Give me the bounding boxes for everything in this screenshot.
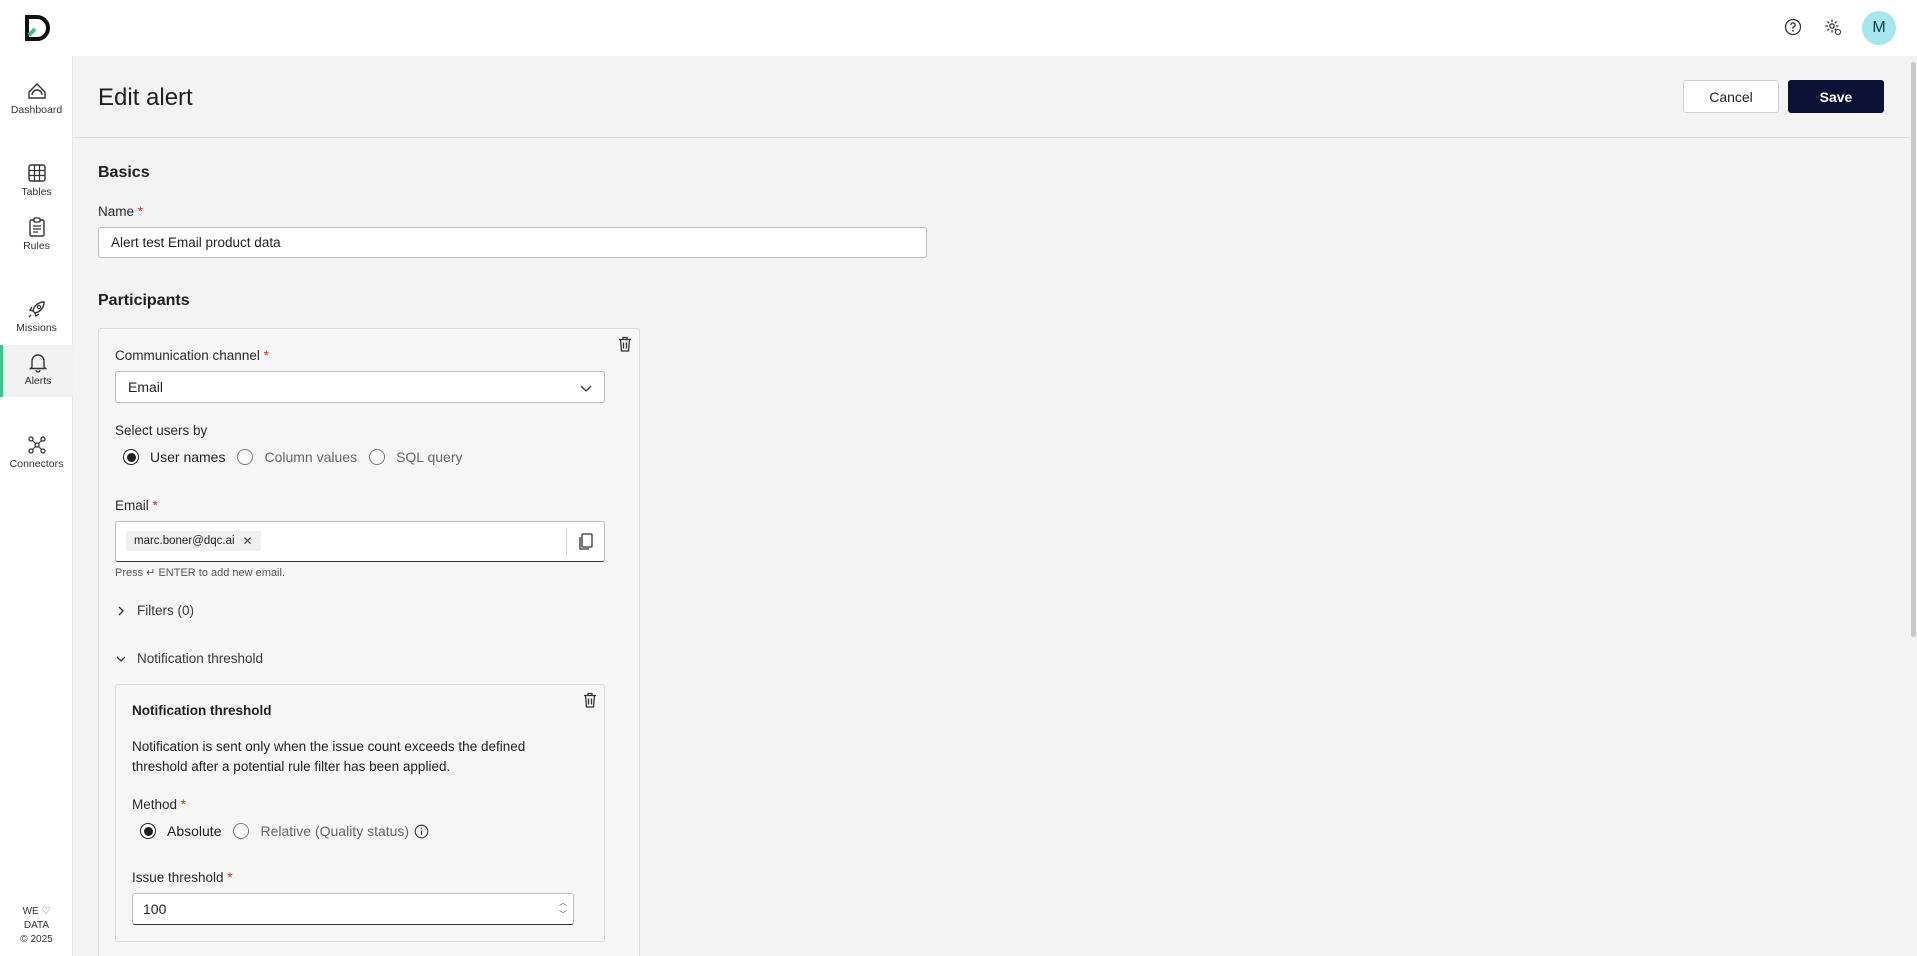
participants-section-title: Participants xyxy=(98,292,190,309)
channel-label: Communication channel * xyxy=(115,348,269,363)
top-bar: M xyxy=(0,0,1917,56)
delete-threshold-icon[interactable] xyxy=(581,691,599,709)
settings-icon[interactable] xyxy=(1822,16,1844,38)
radio-sql-query[interactable]: SQL query xyxy=(369,449,462,465)
help-icon[interactable] xyxy=(1782,16,1804,38)
radio-column-values[interactable]: Column values xyxy=(237,449,357,465)
divider xyxy=(566,528,567,557)
footer-line-1: WE xyxy=(22,906,39,917)
connectors-icon xyxy=(27,436,46,454)
basics-section-title: Basics xyxy=(98,164,150,181)
name-label: Name * xyxy=(98,204,143,219)
participant-card: Communication channel * Email Select use… xyxy=(98,328,640,956)
channel-select-value: Email xyxy=(128,379,164,395)
radio-button[interactable] xyxy=(233,823,250,839)
radio-button[interactable] xyxy=(369,449,386,465)
dashboard-icon xyxy=(27,83,46,99)
email-chip-text: marc.boner@dqc.ai xyxy=(134,535,235,547)
bell-icon xyxy=(28,354,48,373)
required-mark: * xyxy=(263,348,269,363)
dqc-logo[interactable] xyxy=(22,13,52,43)
radio-button[interactable] xyxy=(140,823,156,839)
chevron-right-icon xyxy=(118,606,124,615)
sidebar-item-rules[interactable]: Rules xyxy=(0,216,73,262)
copy-icon[interactable] xyxy=(578,533,594,551)
threshold-description: Notification is sent only when the issue… xyxy=(132,739,526,774)
email-label-text: Email xyxy=(115,498,149,513)
heart-icon: ♡ xyxy=(41,906,51,917)
main-content: Edit alert Cancel Save Basics Name * Ale… xyxy=(73,56,1917,956)
select-users-label: Select users by xyxy=(115,423,208,438)
decrement-icon[interactable]: ﹀ xyxy=(559,909,567,921)
filters-expander[interactable]: Filters (0) xyxy=(115,603,194,618)
threshold-title: Notification threshold xyxy=(132,703,272,718)
threshold-expander[interactable]: Notification threshold xyxy=(115,651,263,666)
sidebar-item-alerts[interactable]: Alerts xyxy=(0,345,73,397)
sidebar-item-label: Missions xyxy=(16,322,57,334)
issue-threshold-label: Issue threshold * xyxy=(132,870,233,885)
issue-threshold-input[interactable]: 100 ︿ ﹀ xyxy=(132,893,574,925)
radio-label: Absolute xyxy=(167,823,222,839)
rocket-icon xyxy=(28,301,45,318)
user-avatar[interactable]: M xyxy=(1862,11,1896,45)
email-label: Email * xyxy=(115,498,158,513)
method-label: Method * xyxy=(132,797,186,812)
required-mark: * xyxy=(227,870,233,885)
info-icon[interactable] xyxy=(414,824,429,839)
radio-relative[interactable]: Relative (Quality status) xyxy=(233,823,429,839)
required-mark: * xyxy=(137,204,144,219)
remove-chip-icon[interactable]: ✕ xyxy=(243,534,253,548)
sidebar-item-dashboard[interactable]: Dashboard xyxy=(0,80,73,126)
issue-threshold-value: 100 xyxy=(143,901,167,917)
sidebar-item-label: Tables xyxy=(21,186,52,198)
radio-user-names[interactable]: User names xyxy=(123,449,225,465)
radio-button[interactable] xyxy=(237,449,254,465)
save-button[interactable]: Save xyxy=(1788,80,1884,113)
name-input[interactable]: Alert test Email product data xyxy=(98,227,927,258)
footer-copyright: © 2025 xyxy=(20,934,53,945)
radio-label: User names xyxy=(150,449,226,465)
method-label-text: Method xyxy=(132,797,178,812)
threshold-card: Notification threshold Notification is s… xyxy=(115,684,605,942)
threshold-expander-label: Notification threshold xyxy=(137,651,264,666)
channel-select[interactable]: Email xyxy=(115,371,605,403)
email-input[interactable]: marc.boner@dqc.ai ✕ xyxy=(115,521,605,562)
radio-label: SQL query xyxy=(396,449,463,465)
radio-label: Column values xyxy=(264,449,358,465)
clipboard-icon xyxy=(28,217,45,237)
chevron-down-icon xyxy=(580,385,592,392)
radio-button[interactable] xyxy=(123,449,139,465)
sidebar: Dashboard Tables Rules Missions Alerts C… xyxy=(0,56,73,956)
footer-line-2: DATA xyxy=(23,920,50,931)
required-mark: * xyxy=(152,498,158,513)
increment-icon[interactable]: ︿ xyxy=(559,897,567,909)
number-stepper[interactable]: ︿ ﹀ xyxy=(559,897,567,921)
email-chip[interactable]: marc.boner@dqc.ai ✕ xyxy=(126,531,261,551)
scrollbar-thumb[interactable] xyxy=(1911,62,1916,637)
chevron-down-icon xyxy=(116,656,126,662)
required-mark: * xyxy=(180,797,187,812)
sidebar-item-tables[interactable]: Tables xyxy=(0,162,73,208)
filters-label: Filters (0) xyxy=(137,603,194,618)
name-label-text: Name xyxy=(98,204,135,219)
radio-label: Relative (Quality status) xyxy=(260,823,410,839)
issue-threshold-label-text: Issue threshold xyxy=(132,870,224,885)
cancel-button[interactable]: Cancel xyxy=(1683,80,1779,113)
page-header: Edit alert Cancel Save xyxy=(73,56,1917,138)
sidebar-item-label: Dashboard xyxy=(10,104,63,116)
sidebar-item-label: Connectors xyxy=(9,458,64,470)
channel-label-text: Communication channel xyxy=(115,348,260,363)
sidebar-item-missions[interactable]: Missions xyxy=(0,298,73,344)
radio-absolute[interactable]: Absolute xyxy=(140,823,221,839)
delete-participant-icon[interactable] xyxy=(616,335,634,353)
select-users-radio-group: User names Column values SQL query xyxy=(123,449,474,465)
grid-icon xyxy=(27,164,46,182)
sidebar-item-label: Rules xyxy=(23,240,50,252)
footer-brand: WE ♡ DATA © 2025 xyxy=(0,905,73,947)
sidebar-item-connectors[interactable]: Connectors xyxy=(0,434,73,480)
method-radio-group: Absolute Relative (Quality status) xyxy=(140,823,441,839)
page-title: Edit alert xyxy=(98,84,193,111)
email-hint: Press ↵ ENTER to add new email. xyxy=(115,567,286,579)
sidebar-item-label: Alerts xyxy=(24,375,52,387)
